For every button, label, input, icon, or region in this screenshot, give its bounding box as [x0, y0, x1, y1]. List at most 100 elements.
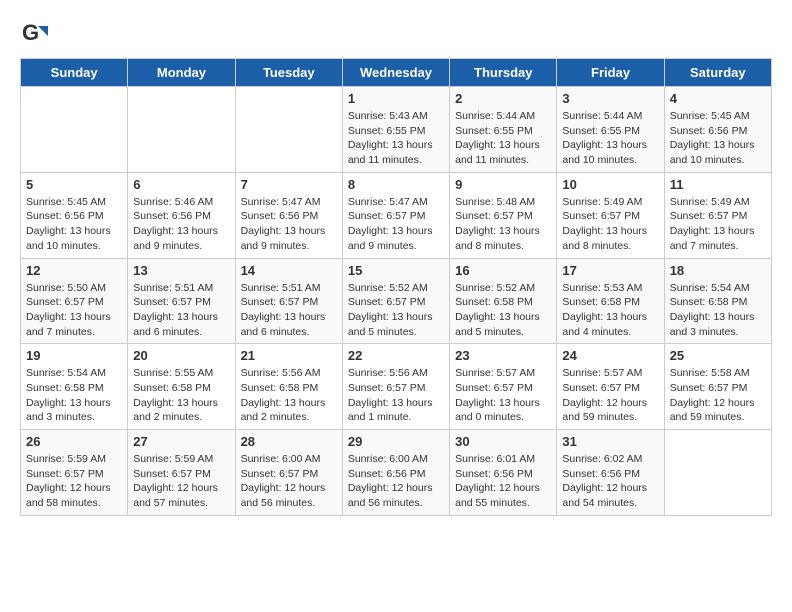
day-info: Sunrise: 6:00 AM Sunset: 6:56 PM Dayligh…: [348, 452, 444, 511]
day-info: Sunrise: 5:44 AM Sunset: 6:55 PM Dayligh…: [562, 109, 658, 168]
day-number: 28: [241, 434, 337, 449]
calendar-day-cell: 29 Sunrise: 6:00 AM Sunset: 6:56 PM Dayli…: [342, 430, 449, 516]
day-info: Sunrise: 5:58 AM Sunset: 6:57 PM Dayligh…: [670, 366, 766, 425]
weekday-header: Wednesday: [342, 59, 449, 87]
day-number: 3: [562, 91, 658, 106]
day-number: 9: [455, 177, 551, 192]
page-header: G: [20, 20, 772, 48]
weekday-header: Monday: [128, 59, 235, 87]
day-info: Sunrise: 6:00 AM Sunset: 6:57 PM Dayligh…: [241, 452, 337, 511]
day-info: Sunrise: 5:50 AM Sunset: 6:57 PM Dayligh…: [26, 281, 122, 340]
calendar-day-cell: 23 Sunrise: 5:57 AM Sunset: 6:57 PM Dayli…: [450, 344, 557, 430]
calendar-day-cell: 11 Sunrise: 5:49 AM Sunset: 6:57 PM Dayli…: [664, 172, 771, 258]
day-number: 17: [562, 263, 658, 278]
day-number: 7: [241, 177, 337, 192]
day-info: Sunrise: 5:52 AM Sunset: 6:57 PM Dayligh…: [348, 281, 444, 340]
calendar-day-cell: 22 Sunrise: 5:56 AM Sunset: 6:57 PM Dayli…: [342, 344, 449, 430]
day-number: 29: [348, 434, 444, 449]
calendar-day-cell: 5Sunrise: 5:45 AM Sunset: 6:56 PM Daylig…: [21, 172, 128, 258]
day-info: Sunrise: 5:48 AM Sunset: 6:57 PM Dayligh…: [455, 195, 551, 254]
day-number: 20: [133, 348, 229, 363]
calendar-week-row: 1 Sunrise: 5:43 AM Sunset: 6:55 PM Daylig…: [21, 87, 772, 173]
calendar-day-cell: 20 Sunrise: 5:55 AM Sunset: 6:58 PM Dayli…: [128, 344, 235, 430]
day-info: Sunrise: 5:54 AM Sunset: 6:58 PM Dayligh…: [670, 281, 766, 340]
day-number: 4: [670, 91, 766, 106]
calendar-day-cell: [128, 87, 235, 173]
calendar-table: SundayMondayTuesdayWednesdayThursdayFrid…: [20, 58, 772, 516]
day-info: Sunrise: 5:53 AM Sunset: 6:58 PM Dayligh…: [562, 281, 658, 340]
logo: G: [20, 20, 52, 48]
weekday-header: Friday: [557, 59, 664, 87]
day-number: 22: [348, 348, 444, 363]
calendar-day-cell: 26 Sunrise: 5:59 AM Sunset: 6:57 PM Dayli…: [21, 430, 128, 516]
calendar-day-cell: 24 Sunrise: 5:57 AM Sunset: 6:57 PM Dayli…: [557, 344, 664, 430]
calendar-day-cell: 9 Sunrise: 5:48 AM Sunset: 6:57 PM Daylig…: [450, 172, 557, 258]
calendar-day-cell: 10Sunrise: 5:49 AM Sunset: 6:57 PM Dayli…: [557, 172, 664, 258]
day-info: Sunrise: 5:57 AM Sunset: 6:57 PM Dayligh…: [562, 366, 658, 425]
day-number: 5: [26, 177, 122, 192]
day-number: 31: [562, 434, 658, 449]
day-info: Sunrise: 5:57 AM Sunset: 6:57 PM Dayligh…: [455, 366, 551, 425]
day-info: Sunrise: 5:47 AM Sunset: 6:57 PM Dayligh…: [348, 195, 444, 254]
calendar-week-row: 12Sunrise: 5:50 AM Sunset: 6:57 PM Dayli…: [21, 258, 772, 344]
weekday-header: Thursday: [450, 59, 557, 87]
calendar-day-cell: 19 Sunrise: 5:54 AM Sunset: 6:58 PM Dayli…: [21, 344, 128, 430]
day-info: Sunrise: 5:56 AM Sunset: 6:58 PM Dayligh…: [241, 366, 337, 425]
calendar-week-row: 5Sunrise: 5:45 AM Sunset: 6:56 PM Daylig…: [21, 172, 772, 258]
day-number: 2: [455, 91, 551, 106]
weekday-header: Tuesday: [235, 59, 342, 87]
calendar-day-cell: 2 Sunrise: 5:44 AM Sunset: 6:55 PM Daylig…: [450, 87, 557, 173]
day-number: 1: [348, 91, 444, 106]
day-info: Sunrise: 5:45 AM Sunset: 6:56 PM Dayligh…: [670, 109, 766, 168]
calendar-day-cell: 17 Sunrise: 5:53 AM Sunset: 6:58 PM Dayli…: [557, 258, 664, 344]
day-number: 19: [26, 348, 122, 363]
day-info: Sunrise: 5:55 AM Sunset: 6:58 PM Dayligh…: [133, 366, 229, 425]
day-number: 16: [455, 263, 551, 278]
day-number: 11: [670, 177, 766, 192]
calendar-body: 1 Sunrise: 5:43 AM Sunset: 6:55 PM Daylig…: [21, 87, 772, 516]
day-number: 14: [241, 263, 337, 278]
logo-icon: G: [20, 20, 48, 48]
day-number: 15: [348, 263, 444, 278]
day-info: Sunrise: 5:59 AM Sunset: 6:57 PM Dayligh…: [26, 452, 122, 511]
day-number: 27: [133, 434, 229, 449]
calendar-day-cell: 31 Sunrise: 6:02 AM Sunset: 6:56 PM Dayli…: [557, 430, 664, 516]
calendar-day-cell: 25Sunrise: 5:58 AM Sunset: 6:57 PM Dayli…: [664, 344, 771, 430]
day-number: 30: [455, 434, 551, 449]
calendar-day-cell: 7 Sunrise: 5:47 AM Sunset: 6:56 PM Daylig…: [235, 172, 342, 258]
calendar-day-cell: 30 Sunrise: 6:01 AM Sunset: 6:56 PM Dayli…: [450, 430, 557, 516]
day-info: Sunrise: 5:59 AM Sunset: 6:57 PM Dayligh…: [133, 452, 229, 511]
day-info: Sunrise: 5:47 AM Sunset: 6:56 PM Dayligh…: [241, 195, 337, 254]
calendar-week-row: 26 Sunrise: 5:59 AM Sunset: 6:57 PM Dayli…: [21, 430, 772, 516]
calendar-day-cell: 12Sunrise: 5:50 AM Sunset: 6:57 PM Dayli…: [21, 258, 128, 344]
weekday-header: Sunday: [21, 59, 128, 87]
day-info: Sunrise: 5:51 AM Sunset: 6:57 PM Dayligh…: [133, 281, 229, 340]
calendar-week-row: 19 Sunrise: 5:54 AM Sunset: 6:58 PM Dayli…: [21, 344, 772, 430]
day-number: 23: [455, 348, 551, 363]
day-number: 13: [133, 263, 229, 278]
calendar-day-cell: 15 Sunrise: 5:52 AM Sunset: 6:57 PM Dayli…: [342, 258, 449, 344]
day-info: Sunrise: 5:52 AM Sunset: 6:58 PM Dayligh…: [455, 281, 551, 340]
calendar-day-cell: 4 Sunrise: 5:45 AM Sunset: 6:56 PM Daylig…: [664, 87, 771, 173]
day-number: 8: [348, 177, 444, 192]
day-info: Sunrise: 5:54 AM Sunset: 6:58 PM Dayligh…: [26, 366, 122, 425]
day-number: 10: [562, 177, 658, 192]
calendar-day-cell: 14Sunrise: 5:51 AM Sunset: 6:57 PM Dayli…: [235, 258, 342, 344]
day-info: Sunrise: 5:56 AM Sunset: 6:57 PM Dayligh…: [348, 366, 444, 425]
day-info: Sunrise: 6:02 AM Sunset: 6:56 PM Dayligh…: [562, 452, 658, 511]
calendar-day-cell: 16 Sunrise: 5:52 AM Sunset: 6:58 PM Dayli…: [450, 258, 557, 344]
day-number: 21: [241, 348, 337, 363]
day-number: 24: [562, 348, 658, 363]
day-info: Sunrise: 5:49 AM Sunset: 6:57 PM Dayligh…: [670, 195, 766, 254]
calendar-day-cell: 21 Sunrise: 5:56 AM Sunset: 6:58 PM Dayli…: [235, 344, 342, 430]
calendar-day-cell: [235, 87, 342, 173]
day-info: Sunrise: 5:43 AM Sunset: 6:55 PM Dayligh…: [348, 109, 444, 168]
calendar-day-cell: [21, 87, 128, 173]
calendar-day-cell: [664, 430, 771, 516]
day-info: Sunrise: 5:44 AM Sunset: 6:55 PM Dayligh…: [455, 109, 551, 168]
day-number: 18: [670, 263, 766, 278]
day-number: 26: [26, 434, 122, 449]
day-info: Sunrise: 6:01 AM Sunset: 6:56 PM Dayligh…: [455, 452, 551, 511]
calendar-day-cell: 8 Sunrise: 5:47 AM Sunset: 6:57 PM Daylig…: [342, 172, 449, 258]
day-info: Sunrise: 5:46 AM Sunset: 6:56 PM Dayligh…: [133, 195, 229, 254]
